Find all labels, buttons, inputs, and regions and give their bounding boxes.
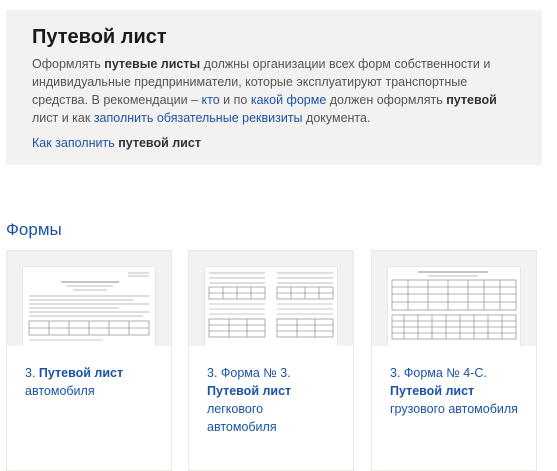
form-card-title: 3. Форма № 4-С. Путевой лист грузового а… (372, 346, 536, 418)
form-card[interactable]: 3. Форма № 4-С. Путевой лист грузового а… (371, 250, 537, 471)
info-text-part: лист и как (32, 111, 94, 125)
info-text-part: документа. (302, 111, 371, 125)
page-title: Путевой лист (32, 26, 167, 48)
form-thumbnail (7, 251, 171, 346)
form-card-bold: Путевой лист (207, 384, 292, 398)
how-to-fill-prefix: Как заполнить (32, 136, 119, 150)
form-card-bold: Путевой лист (38, 366, 124, 380)
link-who[interactable]: кто (202, 93, 220, 107)
how-to-fill-link[interactable]: Как заполнить путевой лист (32, 134, 522, 152)
info-description: Оформлять путевые листы должны организац… (32, 55, 522, 127)
form-card[interactable]: 3. Форма № 3. Путевой лист легкового авт… (188, 250, 354, 471)
form-card-prefix: 3. (25, 366, 39, 380)
link-which-form[interactable]: какой форме (251, 93, 326, 107)
how-to-fill-bold: путевой лист (118, 136, 201, 150)
info-text-bold: путевые листы (104, 57, 201, 71)
form-card-rest: грузового автомобиля (390, 402, 518, 416)
link-fill[interactable]: заполнить (94, 111, 154, 125)
link-required-details[interactable]: обязательные реквизиты (157, 111, 303, 125)
form-card-bold: Путевой лист (390, 384, 475, 398)
info-text-part: Оформлять (32, 57, 105, 71)
document-preview-icon (205, 267, 337, 346)
info-box: Путевой лист Оформлять путевые листы дол… (6, 10, 542, 165)
form-thumbnail (372, 251, 536, 346)
form-thumbnail (189, 251, 353, 346)
document-preview-icon (23, 267, 155, 346)
info-text-part: должен оформлять (326, 93, 447, 107)
form-card-rest: легкового автомобиля (207, 402, 277, 434)
form-card-title: 3. Путевой лист автомобиля (7, 346, 171, 400)
document-preview-icon (388, 267, 520, 346)
forms-section-title: Формы (6, 220, 62, 239)
form-card-rest: автомобиля (25, 384, 95, 398)
info-text-part: и по (219, 93, 251, 107)
form-card-prefix: 3. Форма № 3. (207, 366, 291, 380)
form-card-prefix: 3. Форма № 4-С. (390, 366, 487, 380)
form-card[interactable]: 3. Путевой лист автомобиля (6, 250, 172, 471)
info-text-bold: путевой (446, 93, 497, 107)
form-card-title: 3. Форма № 3. Путевой лист легкового авт… (189, 346, 353, 436)
